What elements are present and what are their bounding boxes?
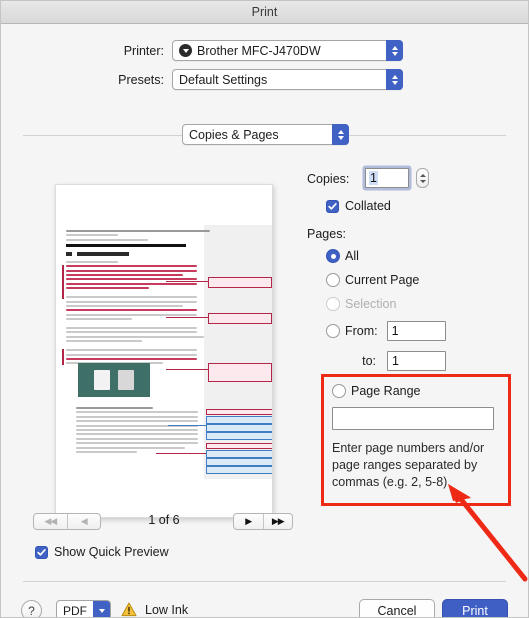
pages-option-selection-label: Selection [345, 297, 397, 311]
pdf-button-label: PDF [63, 603, 87, 618]
presets-label: Presets: [118, 72, 164, 87]
pages-to-input[interactable]: 1 [387, 351, 446, 371]
preview-comment-connector [166, 281, 208, 282]
page-range-highlight-box: Page Range Enter page numbers and/or pag… [321, 374, 511, 506]
pages-from-label: From: [345, 324, 378, 338]
preview-comment-connector [168, 425, 206, 426]
low-ink-status: Low Ink [121, 602, 188, 617]
preview-nav-forward-group: ▶ ▶▶ [233, 513, 293, 530]
pages-from-value: 1 [391, 324, 399, 338]
window-title: Print [251, 5, 278, 19]
preview-nav-back-group: ◀◀ ◀ [33, 513, 101, 530]
chevron-updown-icon [386, 69, 403, 90]
pages-option-current-page-label: Current Page [345, 273, 420, 287]
chevron-down-icon [93, 601, 110, 617]
print-button[interactable]: Print [442, 599, 508, 617]
preview-comment [206, 416, 272, 424]
pages-to-row: to: 1 [326, 351, 446, 371]
radio-icon [326, 324, 340, 338]
warning-icon [121, 602, 137, 617]
last-page-button[interactable]: ▶▶ [262, 514, 293, 529]
preview-comment [208, 313, 272, 324]
print-dialog-window: Print Printer: Brother MFC-J470DW Preset… [0, 0, 529, 618]
preview-comment [206, 443, 272, 449]
presets-select[interactable]: Default Settings [172, 69, 403, 90]
preview-document-body [62, 230, 272, 371]
pages-to-label: to: [362, 354, 376, 368]
copies-input[interactable]: 1 [365, 168, 409, 188]
preview-comment [206, 458, 272, 466]
copies-label: Copies: [307, 172, 350, 186]
preview-comment [206, 409, 272, 415]
collated-label: Collated [345, 199, 391, 213]
copies-value: 1 [369, 171, 378, 185]
presets-value: Default Settings [179, 72, 268, 87]
preview-comment-connector [156, 453, 206, 454]
preview-comment [206, 466, 272, 474]
pages-option-current-page[interactable]: Current Page [326, 273, 419, 287]
printer-select[interactable]: Brother MFC-J470DW [172, 40, 403, 61]
pages-to-value: 1 [392, 354, 399, 368]
show-quick-preview-label: Show Quick Preview [54, 545, 169, 559]
page-range-option[interactable]: Page Range [332, 384, 421, 398]
first-page-button[interactable]: ◀◀ [34, 514, 67, 529]
show-quick-preview-row[interactable]: Show Quick Preview [35, 545, 169, 559]
document-preview[interactable] [55, 184, 273, 518]
presets-row: Presets: Default Settings [1, 69, 528, 90]
cancel-button[interactable]: Cancel [359, 599, 435, 617]
checkmark-icon [35, 545, 48, 559]
radio-selected-icon [326, 249, 340, 263]
radio-icon [332, 384, 346, 398]
pages-option-all[interactable]: All [326, 249, 359, 263]
footer-divider [23, 581, 506, 582]
pages-option-selection: Selection [326, 297, 396, 311]
prev-page-button[interactable]: ◀ [66, 514, 101, 529]
pages-from-input[interactable]: 1 [386, 321, 446, 341]
printer-label: Printer: [123, 43, 164, 58]
chevron-updown-icon [386, 40, 403, 61]
radio-icon [326, 273, 340, 287]
radio-icon [326, 297, 340, 311]
page-count-text: 1 of 6 [148, 513, 180, 527]
preview-figure [78, 363, 150, 397]
preview-comment [206, 450, 272, 458]
collated-checkbox-row[interactable]: Collated [326, 199, 391, 213]
page-range-input[interactable] [332, 407, 494, 430]
pages-option-all-label: All [345, 249, 359, 263]
page-range-hint: Enter page numbers and/or page ranges se… [332, 441, 485, 489]
print-pane-select[interactable]: Copies & Pages [182, 124, 349, 145]
next-page-button[interactable]: ▶ [234, 514, 263, 529]
copies-stepper[interactable] [416, 168, 429, 188]
pdf-button[interactable]: PDF [56, 600, 111, 618]
printer-row: Printer: Brother MFC-J470DW [1, 40, 528, 61]
preview-comment [206, 432, 272, 440]
printer-status-icon [179, 44, 192, 57]
chevron-updown-icon [332, 124, 349, 145]
preview-comment-connector [166, 369, 208, 370]
low-ink-label: Low Ink [145, 602, 189, 617]
preview-comment [208, 363, 272, 382]
help-button[interactable]: ? [21, 600, 42, 617]
pages-option-from[interactable]: From: 1 [326, 321, 446, 341]
preview-comment-connector [166, 317, 208, 318]
pages-label: Pages: [307, 227, 346, 241]
dialog-content: Printer: Brother MFC-J470DW Presets: Def… [1, 24, 528, 618]
preview-comment [208, 277, 272, 288]
preview-comment [206, 424, 272, 432]
pane-selector-row: Copies & Pages [1, 124, 528, 146]
printer-value: Brother MFC-J470DW [197, 43, 321, 58]
window-titlebar: Print [1, 1, 528, 24]
checkmark-icon [326, 199, 339, 213]
preview-lower-body [76, 407, 204, 455]
page-range-label: Page Range [351, 384, 421, 398]
print-pane-value: Copies & Pages [189, 127, 279, 142]
